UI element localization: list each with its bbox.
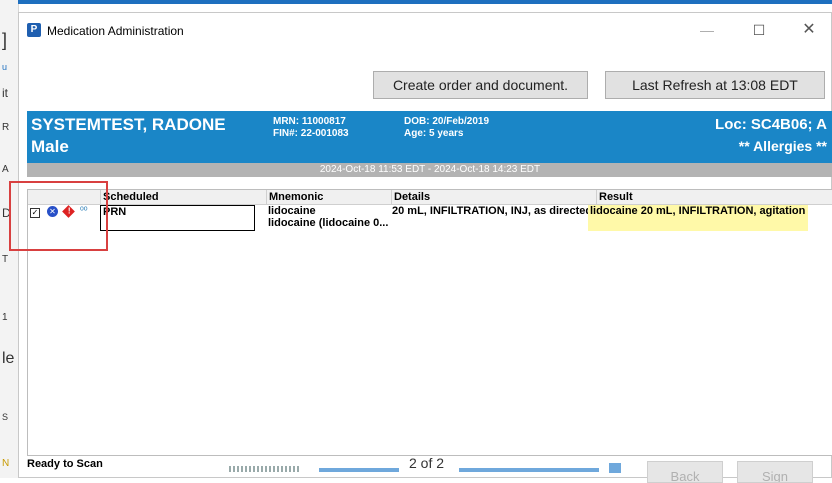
header-scheduled[interactable]: Scheduled (100, 190, 266, 204)
patient-location: Loc: SC4B06; A (715, 116, 827, 133)
allergies-link[interactable]: ** Allergies ** (739, 138, 827, 154)
scheduled-cell[interactable]: PRN (100, 205, 255, 231)
annotation-highlight-box (9, 181, 108, 251)
mnemonic-primary: lidocaine (268, 205, 316, 217)
title-bar[interactable]: P Medication Administration — ☐ ✕ (19, 13, 831, 47)
page-indicator: 2 of 2 (409, 455, 445, 471)
close-button[interactable]: ✕ (791, 19, 827, 41)
app-icon: P (27, 23, 41, 37)
details-cell: 20 mL, INFILTRATION, INJ, as directed... (392, 205, 588, 217)
last-refresh-button[interactable]: Last Refresh at 13:08 EDT (605, 71, 825, 99)
scan-strip (229, 466, 299, 472)
create-order-button[interactable]: Create order and document. (373, 71, 588, 99)
scan-strip (459, 468, 599, 472)
bg-fragment: N (2, 458, 10, 469)
sign-button[interactable]: Sign (737, 461, 813, 483)
background-title-line (18, 0, 832, 4)
patient-age: Age: 5 years (404, 128, 464, 139)
scan-strip (609, 463, 621, 473)
patient-banner: SYSTEMTEST, RADONE Male MRN: 11000817 FI… (27, 111, 832, 163)
time-range-bar: 2024-Oct-18 11:53 EDT - 2024-Oct-18 14:2… (27, 163, 832, 177)
bg-fragment: R (2, 122, 10, 133)
minimize-button[interactable]: — (689, 19, 725, 41)
header-mnemonic[interactable]: Mnemonic (266, 190, 391, 204)
medication-administration-window: P Medication Administration — ☐ ✕ Create… (18, 12, 832, 483)
bg-fragment: 1 (2, 312, 8, 323)
mnemonic-cell: lidocaine lidocaine (lidocaine 0.... (268, 205, 388, 229)
bg-fragment: S (2, 412, 9, 422)
patient-dob: DOB: 20/Feb/2019 (404, 116, 490, 127)
bg-fragment: ] (2, 30, 8, 50)
patient-fin: FIN#: 22-001083 (273, 128, 349, 139)
result-cell[interactable]: lidocaine 20 mL, INFILTRATION, agitation (588, 205, 808, 231)
patient-sex: Male (31, 137, 69, 156)
bg-fragment: T (2, 254, 9, 265)
status-text: Ready to Scan (27, 458, 103, 470)
bg-fragment: le (2, 350, 15, 367)
header-result[interactable]: Result (596, 190, 806, 204)
mnemonic-secondary: lidocaine (lidocaine 0.... (268, 217, 388, 229)
patient-mrn: MRN: 11000817 (273, 116, 346, 127)
grid-header: Scheduled Mnemonic Details Result (28, 190, 832, 205)
bg-fragment: A (2, 164, 9, 175)
patient-name[interactable]: SYSTEMTEST, RADONE (31, 115, 226, 135)
bg-fragment: it (2, 86, 8, 100)
bg-fragment: u (2, 62, 8, 72)
header-details[interactable]: Details (391, 190, 596, 204)
scan-strip (319, 468, 399, 472)
maximize-button[interactable]: ☐ (741, 19, 777, 41)
back-button[interactable]: Back (647, 461, 723, 483)
window-title: Medication Administration (47, 24, 184, 38)
medication-grid: Scheduled Mnemonic Details Result ✓ ✕ ! … (27, 189, 832, 456)
table-row[interactable]: ✓ ✕ ! ᵒᵒ PRN lidocaine lidocaine (lidoca… (28, 205, 832, 235)
